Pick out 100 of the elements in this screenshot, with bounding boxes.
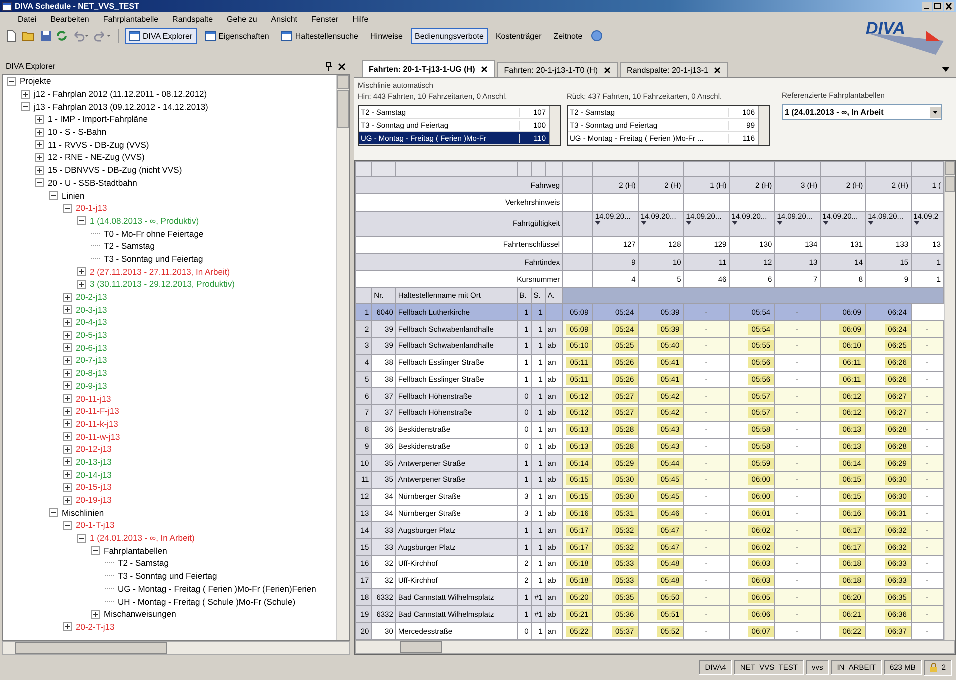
toolbar-button[interactable]: Haltestellensuche (277, 28, 363, 44)
tree-item[interactable]: T2 - Samstag (118, 558, 170, 568)
toolbar-button[interactable]: Eigenschaften (200, 28, 274, 44)
tree-item[interactable]: 20-7-j13 (76, 355, 108, 366)
expander-icon[interactable] (63, 356, 72, 365)
menu-item[interactable]: Bearbeiten (50, 14, 90, 24)
tree-item[interactable]: j13 - Fahrplan 2013 (09.12.2012 - 14.12.2013) (34, 102, 208, 112)
expander-icon[interactable] (35, 166, 44, 175)
new-file-icon[interactable] (6, 30, 18, 42)
toolbar-button[interactable]: Hinweise (366, 28, 407, 44)
dropdown-icon[interactable] (595, 220, 602, 224)
expander-icon[interactable] (63, 292, 72, 302)
tree-item[interactable]: j12 - Fahrplan 2012 (11.12.2011 - 08.12.2012) (34, 89, 208, 99)
menu-item[interactable]: Fahrplantabelle (103, 14, 159, 24)
dropdown-field[interactable]: 1 (24.01.2013 - ∞, In Arbeit (782, 104, 942, 120)
menu-item[interactable]: Ansicht (271, 14, 298, 24)
pin-icon[interactable] (325, 62, 333, 72)
tree-item[interactable]: 11 - RVVS - DB-Zug (VVS) (48, 140, 150, 150)
expander-icon[interactable] (77, 267, 86, 276)
tab[interactable]: Fahrten: 20-1-T-j13-1-UG (H) (362, 60, 496, 77)
close-icon[interactable] (944, 2, 954, 10)
tab[interactable]: Randspalte: 20-1-j13-1 (620, 62, 728, 77)
dropdown-icon[interactable] (732, 220, 738, 224)
tree-item[interactable]: 20-11-k-j13 (76, 418, 118, 429)
tree-item[interactable]: 20-4-j13 (76, 317, 108, 328)
expander-icon[interactable] (63, 204, 72, 213)
tree-item[interactable]: T3 - Sonntag und Feiertag (104, 254, 204, 264)
expander-icon[interactable] (77, 216, 86, 226)
expander-icon[interactable] (35, 128, 44, 137)
tree-item[interactable]: 20-2-j13 (76, 292, 108, 302)
tree-item[interactable]: 20-15-j13 (76, 482, 112, 492)
expander-icon[interactable] (63, 305, 72, 314)
close-icon[interactable] (481, 66, 488, 72)
close-icon[interactable] (714, 66, 722, 74)
expander-icon[interactable] (63, 343, 72, 352)
tree-item[interactable]: Fahrplantabellen (104, 546, 168, 556)
tree-item[interactable]: 12 - RNE - NE-Zug (VVS) (48, 152, 145, 162)
vertical-scrollbar[interactable] (336, 74, 349, 640)
expander-icon[interactable] (35, 140, 44, 150)
close-icon[interactable] (338, 62, 346, 71)
menu-item[interactable]: Hilfe (352, 14, 369, 24)
expander-icon[interactable] (21, 102, 30, 112)
vertical-scrollbar[interactable] (758, 106, 769, 145)
tree-item[interactable]: 20-11-F-j13 (76, 406, 120, 416)
dropdown-icon[interactable] (930, 106, 941, 118)
expander-icon[interactable] (63, 368, 72, 378)
dropdown-icon[interactable] (942, 67, 950, 72)
tree-item[interactable]: 3 (30.11.2013 - 29.12.2013, Produktiv) (90, 279, 235, 290)
expander-icon[interactable] (21, 90, 30, 98)
toolbar-button[interactable]: DIVA Explorer (125, 28, 197, 44)
vertical-scrollbar[interactable] (549, 106, 560, 145)
tree-item[interactable]: 20-12-j13 (76, 444, 112, 454)
menu-item[interactable]: Datei (18, 14, 37, 24)
expander-icon[interactable] (63, 432, 72, 442)
dropdown-icon[interactable] (868, 220, 874, 224)
tree-item[interactable]: 20-9-j13 (76, 380, 108, 391)
tree-item[interactable]: 20-11-w-j13 (76, 432, 120, 442)
expander-icon[interactable] (63, 330, 72, 340)
tree-item[interactable]: 15 - DBNVVS - DB-Zug (nicht VVS) (48, 165, 182, 176)
expander-icon[interactable] (63, 520, 72, 530)
help-icon[interactable] (590, 30, 603, 42)
tree-item[interactable]: T0 - Mo-Fr ohne Feiertage (104, 228, 204, 239)
horizontal-scrollbar[interactable] (355, 640, 955, 654)
expander-icon[interactable] (63, 622, 72, 632)
dropdown-icon[interactable] (822, 220, 829, 224)
tree-item[interactable]: 20-19-j13 (76, 495, 112, 505)
tree-item[interactable]: 1 - IMP - Import-Fahrpläne (48, 114, 148, 124)
tree-item[interactable]: Mischanweisungen (104, 609, 176, 620)
horizontal-scrollbar[interactable] (2, 641, 350, 655)
menu-item[interactable]: Randspalte (172, 14, 214, 24)
tree-item[interactable]: 20-14-j13 (76, 470, 112, 480)
dropdown-icon[interactable] (914, 220, 920, 224)
expander-icon[interactable] (77, 280, 86, 289)
expander-icon[interactable] (77, 534, 86, 543)
expander-icon[interactable] (63, 419, 72, 428)
dropdown-icon[interactable] (777, 220, 784, 224)
save-icon[interactable] (40, 30, 52, 42)
expander-icon[interactable] (7, 76, 16, 86)
dropdown-icon[interactable] (640, 220, 647, 224)
maximize-icon[interactable] (933, 2, 943, 10)
expander-icon[interactable] (49, 508, 58, 518)
tree-item[interactable]: 20-8-j13 (76, 368, 108, 378)
refresh-icon[interactable] (56, 30, 68, 42)
tab[interactable]: Fahrten: 20-1-j13-1-T0 (H) (497, 62, 618, 77)
expander-icon[interactable] (49, 191, 58, 200)
tree-item[interactable]: 2 (27.11.2013 - 27.11.2013, In Arbeit) (90, 266, 230, 277)
tree-item[interactable]: Mischlinien (62, 508, 104, 518)
vertical-scrollbar[interactable] (944, 161, 955, 640)
expander-icon[interactable] (91, 610, 100, 619)
expander-icon[interactable] (35, 178, 44, 188)
expander-icon[interactable] (63, 318, 72, 327)
minimize-icon[interactable] (922, 2, 932, 10)
expander-icon[interactable] (63, 482, 72, 492)
expander-icon[interactable] (63, 381, 72, 390)
expander-icon[interactable] (63, 496, 72, 504)
dropdown-icon[interactable] (686, 220, 692, 224)
folder-icon[interactable] (22, 30, 36, 42)
tree-item[interactable]: UH - Montag - Freitag ( Schule )Mo-Fr (Schule) (118, 596, 296, 606)
menu-item[interactable]: Gehe zu (227, 14, 258, 24)
expander-icon[interactable] (63, 394, 72, 403)
